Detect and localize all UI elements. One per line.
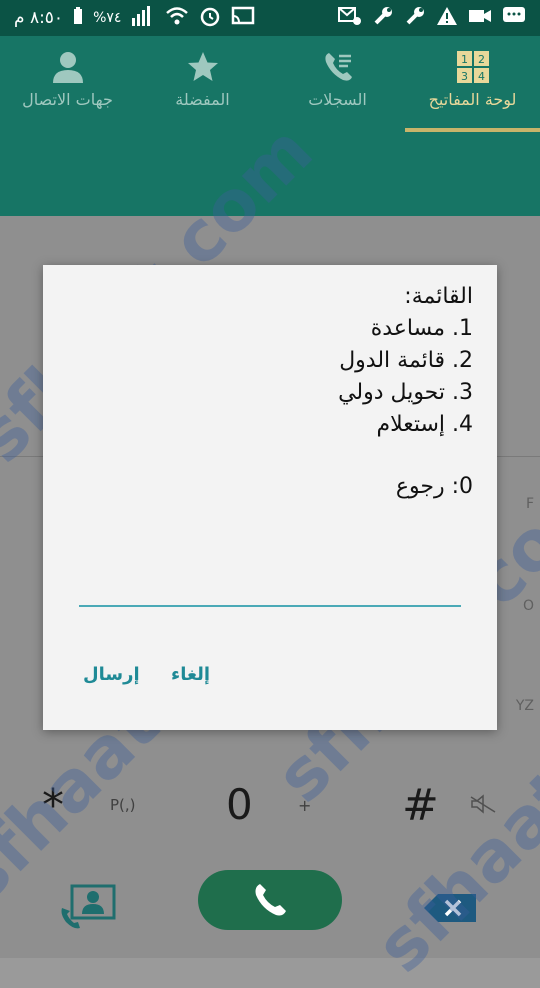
key-letters-def: F [525,496,534,512]
reply-underline [79,605,461,607]
key-zero[interactable]: 0 [226,780,253,829]
warning-icon [436,6,458,31]
call-log-icon [324,53,352,81]
svg-text:4: 4 [478,70,485,83]
send-button[interactable]: إرسال [77,663,146,686]
svg-text:1: 1 [461,53,468,66]
menu-title: القائمة: [404,284,473,309]
ussd-message: القائمة: 1. مساعدة 2. قائمة الدول 3. تحو… [73,281,473,503]
status-left-group: ٨:٥٠ م %٧٤ [14,5,255,32]
tab-contacts[interactable]: جهات الاتصال [0,36,135,132]
contact-card-icon [61,884,116,929]
key-zero-sub: + [298,796,312,815]
tab-favorites-label: المفضلة [175,90,230,109]
add-contact-button[interactable] [58,882,118,932]
wrench-icon [372,5,394,32]
video-icon [468,7,492,30]
star-icon [187,52,218,81]
tab-keypad-label: لوحة المفاتيح [428,90,517,109]
wrench-icon-2 [404,5,426,32]
svg-text:2: 2 [478,53,485,66]
tab-keypad[interactable]: 1 2 3 4 لوحة المفاتيح [405,36,540,132]
key-letters-mno: O [522,598,534,614]
menu-item-intl-transfer: 3. تحويل دولي [338,380,473,405]
tab-favorites[interactable]: المفضلة [135,36,270,132]
alarm-icon [199,5,221,32]
menu-item-inquiry: 4. إستعلام [376,412,473,437]
battery-icon [73,6,83,30]
cast-icon [231,6,255,31]
key-star-sub: P(,) [110,796,136,814]
menu-item-help: 1. مساعدة [370,316,473,341]
app-header: 1 2 3 4 لوحة المفاتيح السجلات المفضلة جه… [0,36,540,216]
phone-icon [255,884,286,916]
signal-icon [131,5,155,31]
tab-contacts-label: جهات الاتصال [22,90,113,109]
cancel-button[interactable]: إلغاء [165,663,216,686]
reply-input[interactable] [79,571,465,605]
tab-logs[interactable]: السجلات [270,36,405,132]
key-star[interactable]: * [42,780,64,831]
contacts-icon [52,52,83,83]
backspace-icon [424,894,476,922]
key-letters-wxyz: YZ [515,698,534,714]
ussd-dialog: القائمة: 1. مساعدة 2. قائمة الدول 3. تحو… [43,265,497,730]
mute-icon [468,794,498,814]
status-right-group [338,5,526,32]
svg-text:3: 3 [461,70,468,83]
backspace-button[interactable] [420,890,480,926]
clock: ٨:٥٠ م [14,8,64,28]
menu-item-countries: 2. قائمة الدول [339,348,473,373]
menu-item-back: 0: رجوع [395,474,473,499]
message-icon [502,6,526,31]
tab-bar: 1 2 3 4 لوحة المفاتيح السجلات المفضلة جه… [0,36,540,132]
battery-percent: %٧٤ [93,10,122,26]
tab-logs-label: السجلات [308,90,367,109]
call-button[interactable] [198,870,342,930]
dialpad-icon: 1 2 3 4 [456,51,489,83]
key-hash[interactable]: # [402,780,439,831]
email-notification-icon [338,6,362,31]
status-bar: ٨:٥٠ م %٧٤ [0,0,540,36]
wifi-icon [165,6,189,31]
